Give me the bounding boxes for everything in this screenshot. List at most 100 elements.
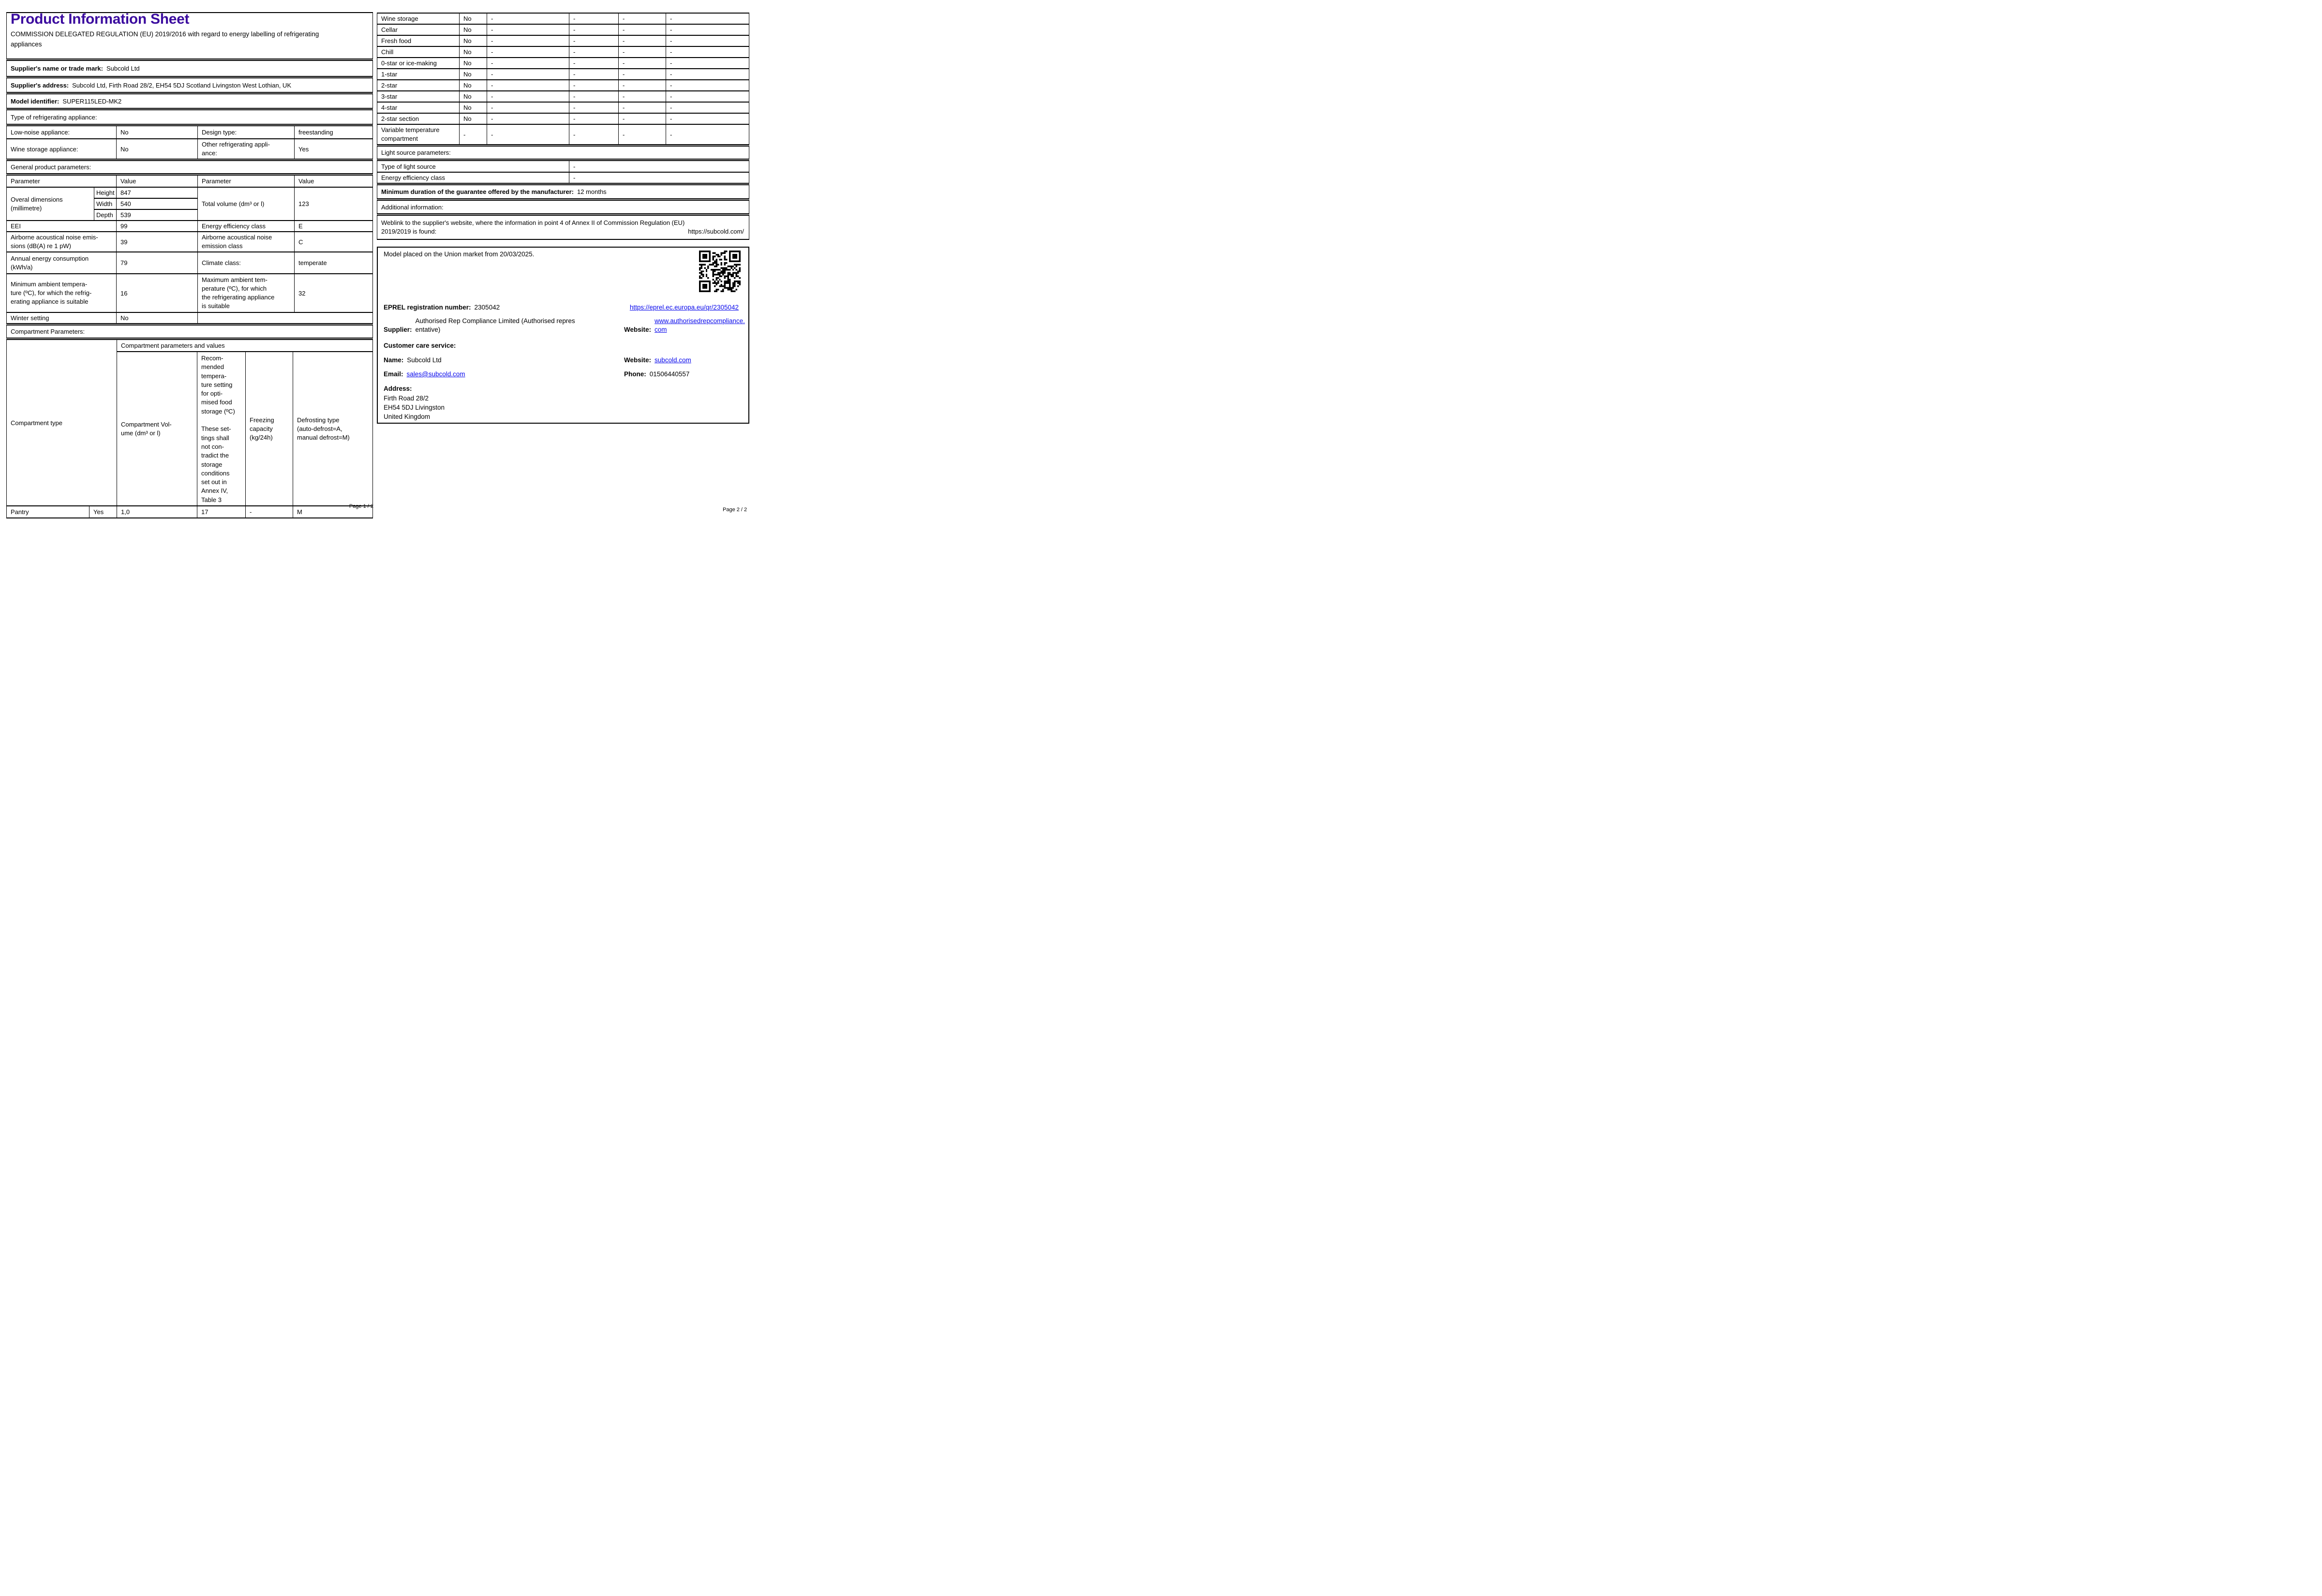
eprel-registration: EPREL registration number: 2305042 <box>384 304 500 311</box>
row-value: No <box>459 68 487 80</box>
customer-care-heading: Customer care service: <box>384 342 456 349</box>
dash-cell: - <box>618 90 666 103</box>
dash-cell: - <box>666 46 749 58</box>
row-value: No <box>459 35 487 47</box>
variable-temp-value: - <box>459 124 487 145</box>
row-value: No <box>459 57 487 69</box>
model-identifier-row: Model identifier: SUPER115LED-MK2 <box>6 93 373 109</box>
defrosting-type-header: Defrosting type (auto-defrost=A, manual … <box>293 351 373 507</box>
variable-temp-label: Variable temperature compartment <box>377 124 460 145</box>
dimension-depth-value: 539 <box>116 209 198 221</box>
regulation-text: COMMISSION DELEGATED REGULATION (EU) 201… <box>11 30 319 48</box>
page-2-footer: Page 2 / 2 <box>723 507 747 513</box>
guarantee-table: Minimum duration of the guarantee offere… <box>377 184 749 199</box>
dash-cell: - <box>666 124 749 145</box>
type-heading-table: Type of refrigerating appliance: <box>6 109 373 125</box>
row-label: 1-star <box>377 68 460 80</box>
dash-cell: - <box>666 79 749 91</box>
supplier-website-link[interactable]: www.authorisedrepcompliance. com <box>655 317 745 334</box>
light-eec-label: Energy efficiency class <box>377 172 569 184</box>
dimension-height-label: Height <box>93 187 117 199</box>
noise-class-label: Airborne acoustical noise emission class <box>197 231 295 252</box>
dash-cell: - <box>618 79 666 91</box>
care-website-link[interactable]: subcold.com <box>655 356 691 364</box>
general-parameters-table: Parameter Value Parameter Value Overal d… <box>6 175 373 324</box>
dash-cell: - <box>618 57 666 69</box>
model-identifier-table: Model identifier: SUPER115LED-MK2 <box>6 93 373 109</box>
eei-label: EEI <box>6 220 117 232</box>
additional-heading-table: Additional information: <box>377 200 749 214</box>
pantry-temp: 17 <box>197 505 246 519</box>
row-value: No <box>459 102 487 114</box>
page-2: Wine storage No - - - - Cellar No - - - … <box>377 12 749 240</box>
light-eec-value: - <box>569 172 749 184</box>
model-identifier-value: SUPER115LED-MK2 <box>62 97 122 105</box>
title-block: Product Information Sheet COMMISSION DEL… <box>6 12 373 59</box>
other-appliance-value: Yes <box>294 138 373 160</box>
eprel-link[interactable]: https://eprel.ec.europa.eu/qr/2305042 <box>630 303 739 312</box>
other-appliance-label: Other refrigerating appli- ance: <box>197 138 295 160</box>
light-source-table: Type of light source - Energy efficiency… <box>377 160 749 184</box>
annual-energy-value: 79 <box>116 251 198 274</box>
dash-cell: - <box>666 57 749 69</box>
compartment-heading-table: Compartment Parameters: <box>6 325 373 339</box>
row-value: No <box>459 79 487 91</box>
noise-label: Airborne acoustical noise emis- sions (d… <box>6 231 117 252</box>
param-header-2: Parameter <box>197 175 295 188</box>
care-name-value: Subcold Ltd <box>407 356 442 364</box>
param-header-1: Parameter <box>6 175 117 188</box>
dash-cell: - <box>569 46 619 58</box>
dash-cell: - <box>487 124 569 145</box>
row-label: 4-star <box>377 102 460 114</box>
dash-cell: - <box>487 57 569 69</box>
dash-cell: - <box>618 124 666 145</box>
winter-setting-value: No <box>116 312 198 324</box>
page-title: Product Information Sheet <box>11 13 190 27</box>
low-noise-label: Low-noise appliance: <box>6 125 117 139</box>
winter-setting-empty <box>197 312 373 324</box>
address-line: EH54 5DJ Livingston <box>384 404 445 411</box>
care-name-row: Name: Subcold Ltd <box>384 356 442 364</box>
compartment-table: Compartment type Compartment parameters … <box>6 339 373 519</box>
address-line: United Kingdom <box>384 413 431 420</box>
freezing-capacity-header: Freezing capacity (kg/24h) <box>245 351 293 507</box>
dash-cell: - <box>666 113 749 125</box>
type-heading: Type of refrigerating appliance: <box>6 109 373 125</box>
pantry-present: Yes <box>89 505 117 519</box>
dash-cell: - <box>618 102 666 114</box>
dash-cell: - <box>569 13 619 25</box>
title-table: Product Information Sheet COMMISSION DEL… <box>6 12 373 59</box>
dash-cell: - <box>666 102 749 114</box>
supplier-address-value: Subcold Ltd, Firth Road 28/2, EH54 5DJ S… <box>72 81 291 89</box>
weblink-url[interactable]: https://subcold.com/ <box>688 228 744 235</box>
row-label: Cellar <box>377 24 460 36</box>
dash-cell: - <box>618 35 666 47</box>
additional-info-heading: Additional information: <box>377 200 749 214</box>
dash-cell: - <box>618 113 666 125</box>
row-value: No <box>459 46 487 58</box>
supplier-address-row: Supplier's address: Subcold Ltd, Firth Ro… <box>6 77 373 93</box>
eprel-number: 2305042 <box>474 304 500 311</box>
dash-cell: - <box>569 102 619 114</box>
general-heading: General product parameters: <box>6 160 373 174</box>
appliance-type-table: Low-noise appliance: No Design type: fre… <box>6 125 373 160</box>
dash-cell: - <box>569 57 619 69</box>
qr-code <box>699 251 741 292</box>
total-volume-value: 123 <box>294 187 373 221</box>
value-header-1: Value <box>116 175 198 188</box>
row-value: No <box>459 113 487 125</box>
dash-cell: - <box>569 90 619 103</box>
supplier-value: Authorised Rep Compliance Limited (Autho… <box>415 317 575 333</box>
address-heading: Address: <box>384 385 412 392</box>
supplier-name-table: Supplier's name or trade mark: Subcold Lt… <box>6 60 373 77</box>
weblink-row: Weblink to the supplier's website, where… <box>377 215 749 240</box>
low-noise-value: No <box>116 125 198 139</box>
weblink-table: Weblink to the supplier's website, where… <box>377 215 749 240</box>
care-email-link[interactable]: sales@subcold.com <box>407 370 465 378</box>
compartment-temp-header: Recom- mended tempera- ture setting for … <box>197 351 246 507</box>
dash-cell: - <box>487 90 569 103</box>
dash-cell: - <box>487 24 569 36</box>
compartment-heading: Compartment Parameters: <box>6 325 373 339</box>
design-type-label: Design type: <box>197 125 295 139</box>
climate-class-label: Climate class: <box>197 251 295 274</box>
